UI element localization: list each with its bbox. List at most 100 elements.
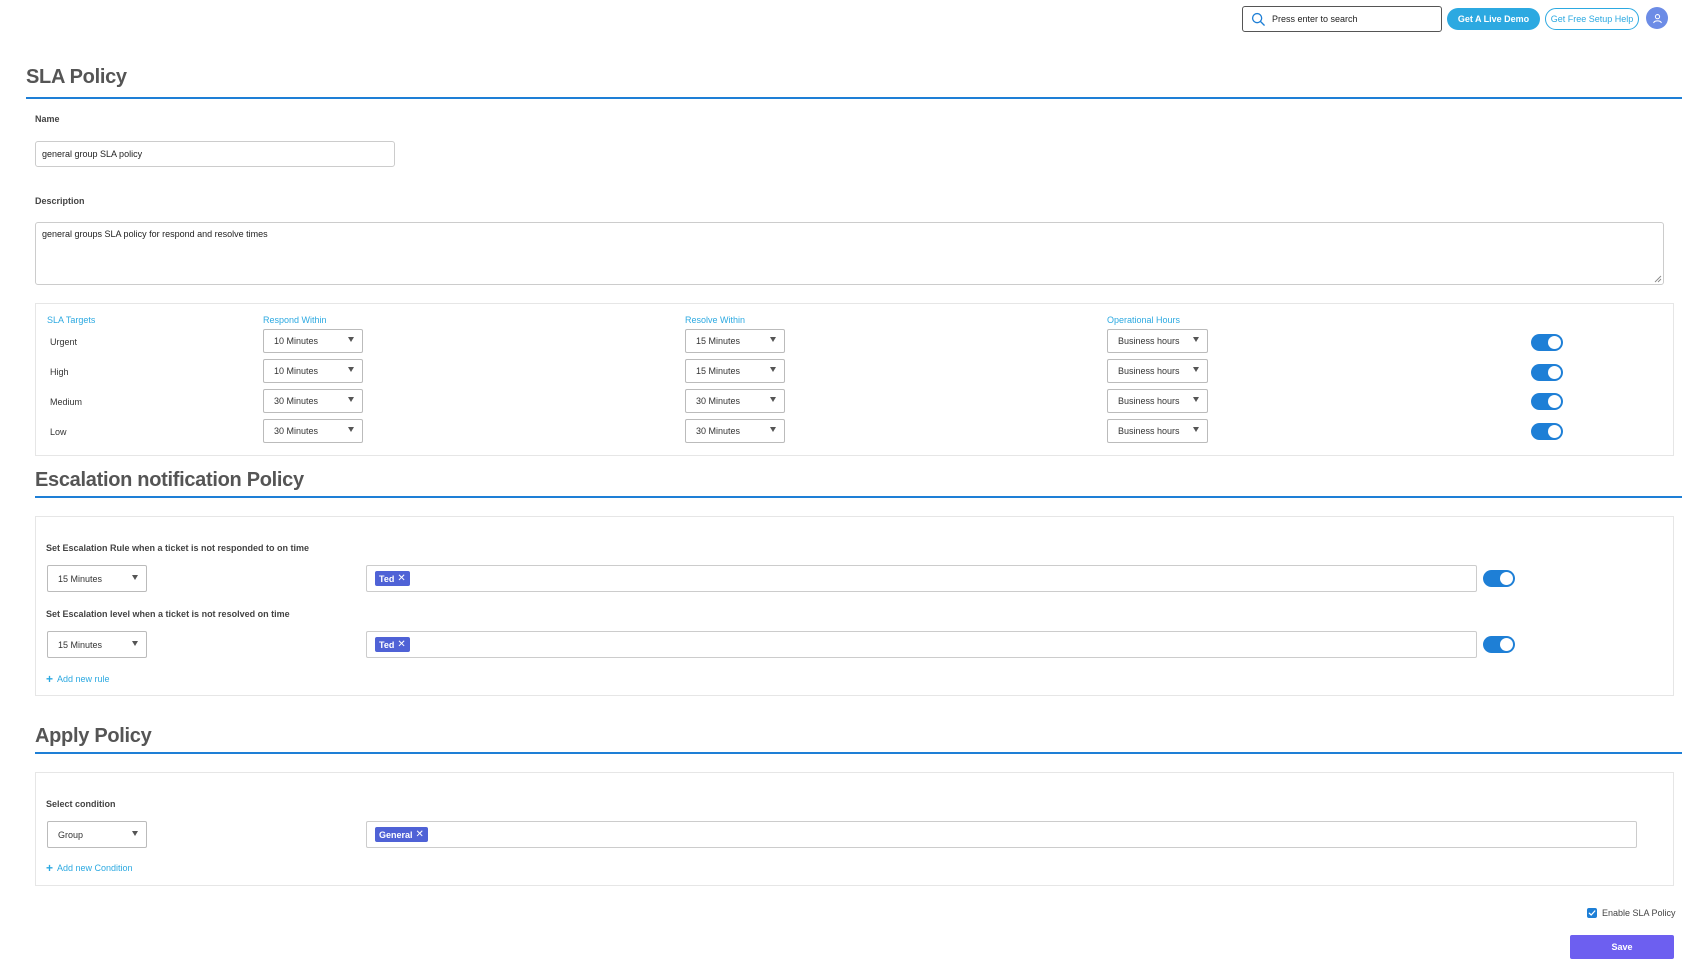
caret-down-icon <box>770 337 776 342</box>
operational-hours-header: Operational Hours <box>1107 315 1181 325</box>
caret-down-icon <box>132 641 138 646</box>
get-live-demo-button[interactable]: Get A Live Demo <box>1447 8 1540 30</box>
caret-down-icon <box>770 367 776 372</box>
save-button[interactable]: Save <box>1570 935 1674 959</box>
respond-within-header: Respond Within <box>263 315 327 325</box>
caret-down-icon <box>770 397 776 402</box>
select-condition-label: Select condition <box>46 799 116 809</box>
sla-row-toggle-medium[interactable] <box>1531 393 1563 410</box>
sla-row-label-high: High <box>50 367 69 377</box>
toggle-knob <box>1548 336 1561 349</box>
sla-policy-title: SLA Policy <box>26 66 127 88</box>
escalation-resolve-time-value: 15 Minutes <box>58 639 103 650</box>
operational-hours-value: Business hours <box>1118 396 1180 406</box>
section-divider <box>35 752 1682 754</box>
search-icon <box>1251 12 1265 26</box>
condition-tag-label: General <box>379 829 413 840</box>
plus-icon: + <box>46 861 54 875</box>
caret-down-icon <box>348 367 354 372</box>
add-new-rule-link[interactable]: + Add new rule <box>46 673 110 685</box>
caret-down-icon <box>348 337 354 342</box>
name-label: Name <box>35 114 60 124</box>
remove-tag-icon[interactable]: ✕ <box>397 639 405 650</box>
respond-within-select[interactable]: 10 Minutes <box>263 329 363 353</box>
condition-tag: General ✕ <box>375 827 428 842</box>
sla-row-label-medium: Medium <box>50 397 83 407</box>
caret-down-icon <box>348 397 354 402</box>
check-icon <box>1588 910 1596 916</box>
toggle-knob <box>1500 572 1513 585</box>
condition-value-field[interactable]: General ✕ <box>366 821 1637 848</box>
add-new-condition-link[interactable]: + Add new Condition <box>46 862 133 874</box>
escalation-respond-rule-label: Set Escalation Rule when a ticket is not… <box>46 543 310 553</box>
caret-down-icon <box>132 831 138 836</box>
escalation-respond-assignee-field[interactable]: Ted ✕ <box>366 565 1477 592</box>
sla-targets-header: SLA Targets <box>47 315 96 325</box>
search-input[interactable] <box>1272 14 1432 24</box>
operational-hours-select[interactable]: Business hours <box>1107 419 1208 443</box>
respond-within-value: 10 Minutes <box>274 366 319 376</box>
caret-down-icon <box>348 427 354 432</box>
search-box[interactable] <box>1242 6 1442 32</box>
enable-sla-policy[interactable]: Enable SLA Policy <box>1587 908 1676 918</box>
escalation-resolve-rule-label: Set Escalation level when a ticket is no… <box>46 609 290 619</box>
assignee-tag-label: Ted <box>379 639 395 650</box>
resolve-within-value: 30 Minutes <box>696 396 741 406</box>
sla-row-toggle-urgent[interactable] <box>1531 334 1563 351</box>
assignee-tag: Ted ✕ <box>375 571 410 586</box>
user-icon <box>1652 13 1662 23</box>
condition-select[interactable]: Group <box>47 821 147 848</box>
description-textarea[interactable]: general groups SLA policy for respond an… <box>35 222 1664 285</box>
caret-down-icon <box>770 427 776 432</box>
section-divider <box>26 97 1682 99</box>
resolve-within-select[interactable]: 30 Minutes <box>685 389 785 413</box>
toggle-knob <box>1548 425 1561 438</box>
caret-down-icon <box>1193 367 1199 372</box>
resolve-within-value: 15 Minutes <box>696 366 741 376</box>
resolve-within-value: 30 Minutes <box>696 426 741 436</box>
name-input[interactable]: general group SLA policy <box>35 141 395 167</box>
assignee-tag: Ted ✕ <box>375 637 410 652</box>
escalation-resolve-time-select[interactable]: 15 Minutes <box>47 631 147 658</box>
add-new-rule-label: Add new rule <box>57 674 110 684</box>
escalation-respond-toggle[interactable] <box>1483 570 1515 587</box>
toggle-knob <box>1548 366 1561 379</box>
escalation-respond-time-select[interactable]: 15 Minutes <box>47 565 147 592</box>
operational-hours-value: Business hours <box>1118 426 1180 436</box>
resize-handle-icon[interactable] <box>1654 275 1662 283</box>
operational-hours-value: Business hours <box>1118 366 1180 376</box>
enable-sla-policy-checkbox[interactable] <box>1587 908 1597 918</box>
condition-value: Group <box>58 829 84 840</box>
remove-tag-icon[interactable]: ✕ <box>416 829 424 840</box>
add-new-condition-label: Add new Condition <box>57 863 133 873</box>
sla-row-label-low: Low <box>50 427 67 437</box>
remove-tag-icon[interactable]: ✕ <box>397 573 405 584</box>
plus-icon: + <box>46 672 54 686</box>
section-divider <box>35 496 1682 498</box>
respond-within-select[interactable]: 30 Minutes <box>263 419 363 443</box>
operational-hours-select[interactable]: Business hours <box>1107 359 1208 383</box>
description-label: Description <box>35 196 85 206</box>
avatar[interactable] <box>1646 7 1668 29</box>
sla-row-toggle-low[interactable] <box>1531 423 1563 440</box>
apply-policy-title: Apply Policy <box>35 725 152 747</box>
resolve-within-value: 15 Minutes <box>696 336 741 346</box>
operational-hours-select[interactable]: Business hours <box>1107 389 1208 413</box>
caret-down-icon <box>1193 427 1199 432</box>
toggle-knob <box>1548 395 1561 408</box>
resolve-within-select[interactable]: 30 Minutes <box>685 419 785 443</box>
respond-within-value: 10 Minutes <box>274 336 319 346</box>
respond-within-value: 30 Minutes <box>274 396 319 406</box>
get-free-setup-help-button[interactable]: Get Free Setup Help <box>1545 8 1639 30</box>
escalation-resolve-assignee-field[interactable]: Ted ✕ <box>366 631 1477 658</box>
respond-within-select[interactable]: 30 Minutes <box>263 389 363 413</box>
escalation-resolve-toggle[interactable] <box>1483 636 1515 653</box>
sla-row-toggle-high[interactable] <box>1531 364 1563 381</box>
assignee-tag-label: Ted <box>379 573 395 584</box>
resolve-within-select[interactable]: 15 Minutes <box>685 359 785 383</box>
operational-hours-select[interactable]: Business hours <box>1107 329 1208 353</box>
respond-within-value: 30 Minutes <box>274 426 319 436</box>
resolve-within-select[interactable]: 15 Minutes <box>685 329 785 353</box>
respond-within-select[interactable]: 10 Minutes <box>263 359 363 383</box>
resolve-within-header: Resolve Within <box>685 315 746 325</box>
